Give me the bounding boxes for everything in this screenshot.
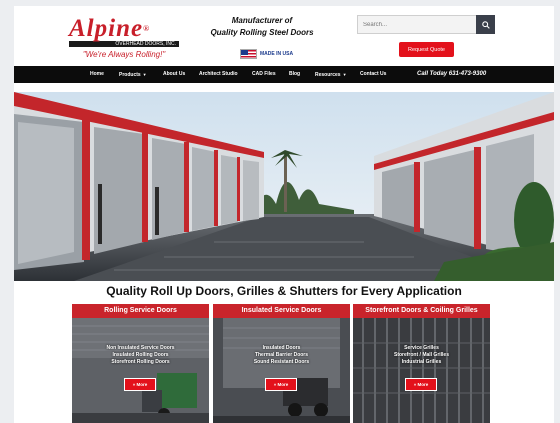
card-title: Storefront Doors & Coiling Grilles [353,304,490,318]
card-insulated-service-doors[interactable]: Insulated Service Doors Insulated Doors … [213,304,350,423]
card-line: Thermal Barrier Doors [254,352,309,358]
caret-down-icon: ▼ [342,72,347,77]
card-line: Sound Resistant Doors [253,359,310,365]
us-flag-icon [240,49,257,59]
search-input[interactable] [357,15,476,34]
page-headline: Quality Roll Up Doors, Grilles & Shutter… [106,284,462,298]
search-button[interactable] [476,15,495,34]
card-rolling-service-doors[interactable]: Rolling Service Doors Non Insulated Serv… [72,304,209,423]
card-line: Service Grilles [404,345,439,351]
grilles-photo [353,318,490,423]
logo[interactable]: Alpine® OVERHEAD DOORS, INC. "We're Alwa… [69,15,179,59]
request-quote-button[interactable]: Request Quote [399,42,454,57]
rolling-doors-photo [72,318,209,423]
card-title: Rolling Service Doors [72,304,209,318]
page: Alpine® OVERHEAD DOORS, INC. "We're Alwa… [14,6,554,423]
logo-tagline: "We're Always Rolling!" [82,50,166,59]
nav-architect-studio[interactable]: Architect Studio [199,66,238,83]
hero-image [14,92,554,281]
nav-resources[interactable]: Resources ▼ [315,66,347,83]
more-button[interactable]: » More [265,378,297,391]
nav-home[interactable]: Home [90,66,104,83]
card-line: Industrial Grilles [401,359,442,365]
manufacturer-text: Manufacturer of Quality Rolling Steel Do… [210,16,314,37]
made-in-usa: MADE IN USA [240,49,293,59]
search-icon [481,20,490,29]
nav-contact-us[interactable]: Contact Us [360,66,386,83]
more-button[interactable]: » More [405,378,437,391]
nav-blog[interactable]: Blog [289,66,300,83]
caret-down-icon: ▼ [142,72,147,77]
hero-warehouse-photo [14,92,554,281]
card-line: Storefront Rolling Doors [111,359,170,365]
logo-word: Alpine [69,15,144,42]
insulated-doors-photo [213,318,350,423]
card-line: Storefront / Mall Grilles [393,352,449,358]
more-button[interactable]: » More [124,378,156,391]
main-nav: Home Products ▼ About Us Architect Studio… [14,66,554,83]
card-line: Insulated Doors [262,345,301,351]
nav-cad-files[interactable]: CAD Files [252,66,276,83]
card-line: Insulated Rolling Doors [112,352,169,358]
card-title: Insulated Service Doors [213,304,350,318]
card-storefront-doors-coiling-grilles[interactable]: Storefront Doors & Coiling Grilles Servi… [353,304,490,423]
nav-products[interactable]: Products ▼ [119,66,147,83]
card-line: Non Insulated Service Doors [106,345,175,351]
nav-about-us[interactable]: About Us [163,66,185,83]
call-today-link[interactable]: Call Today 631-473-9300 [417,66,486,83]
